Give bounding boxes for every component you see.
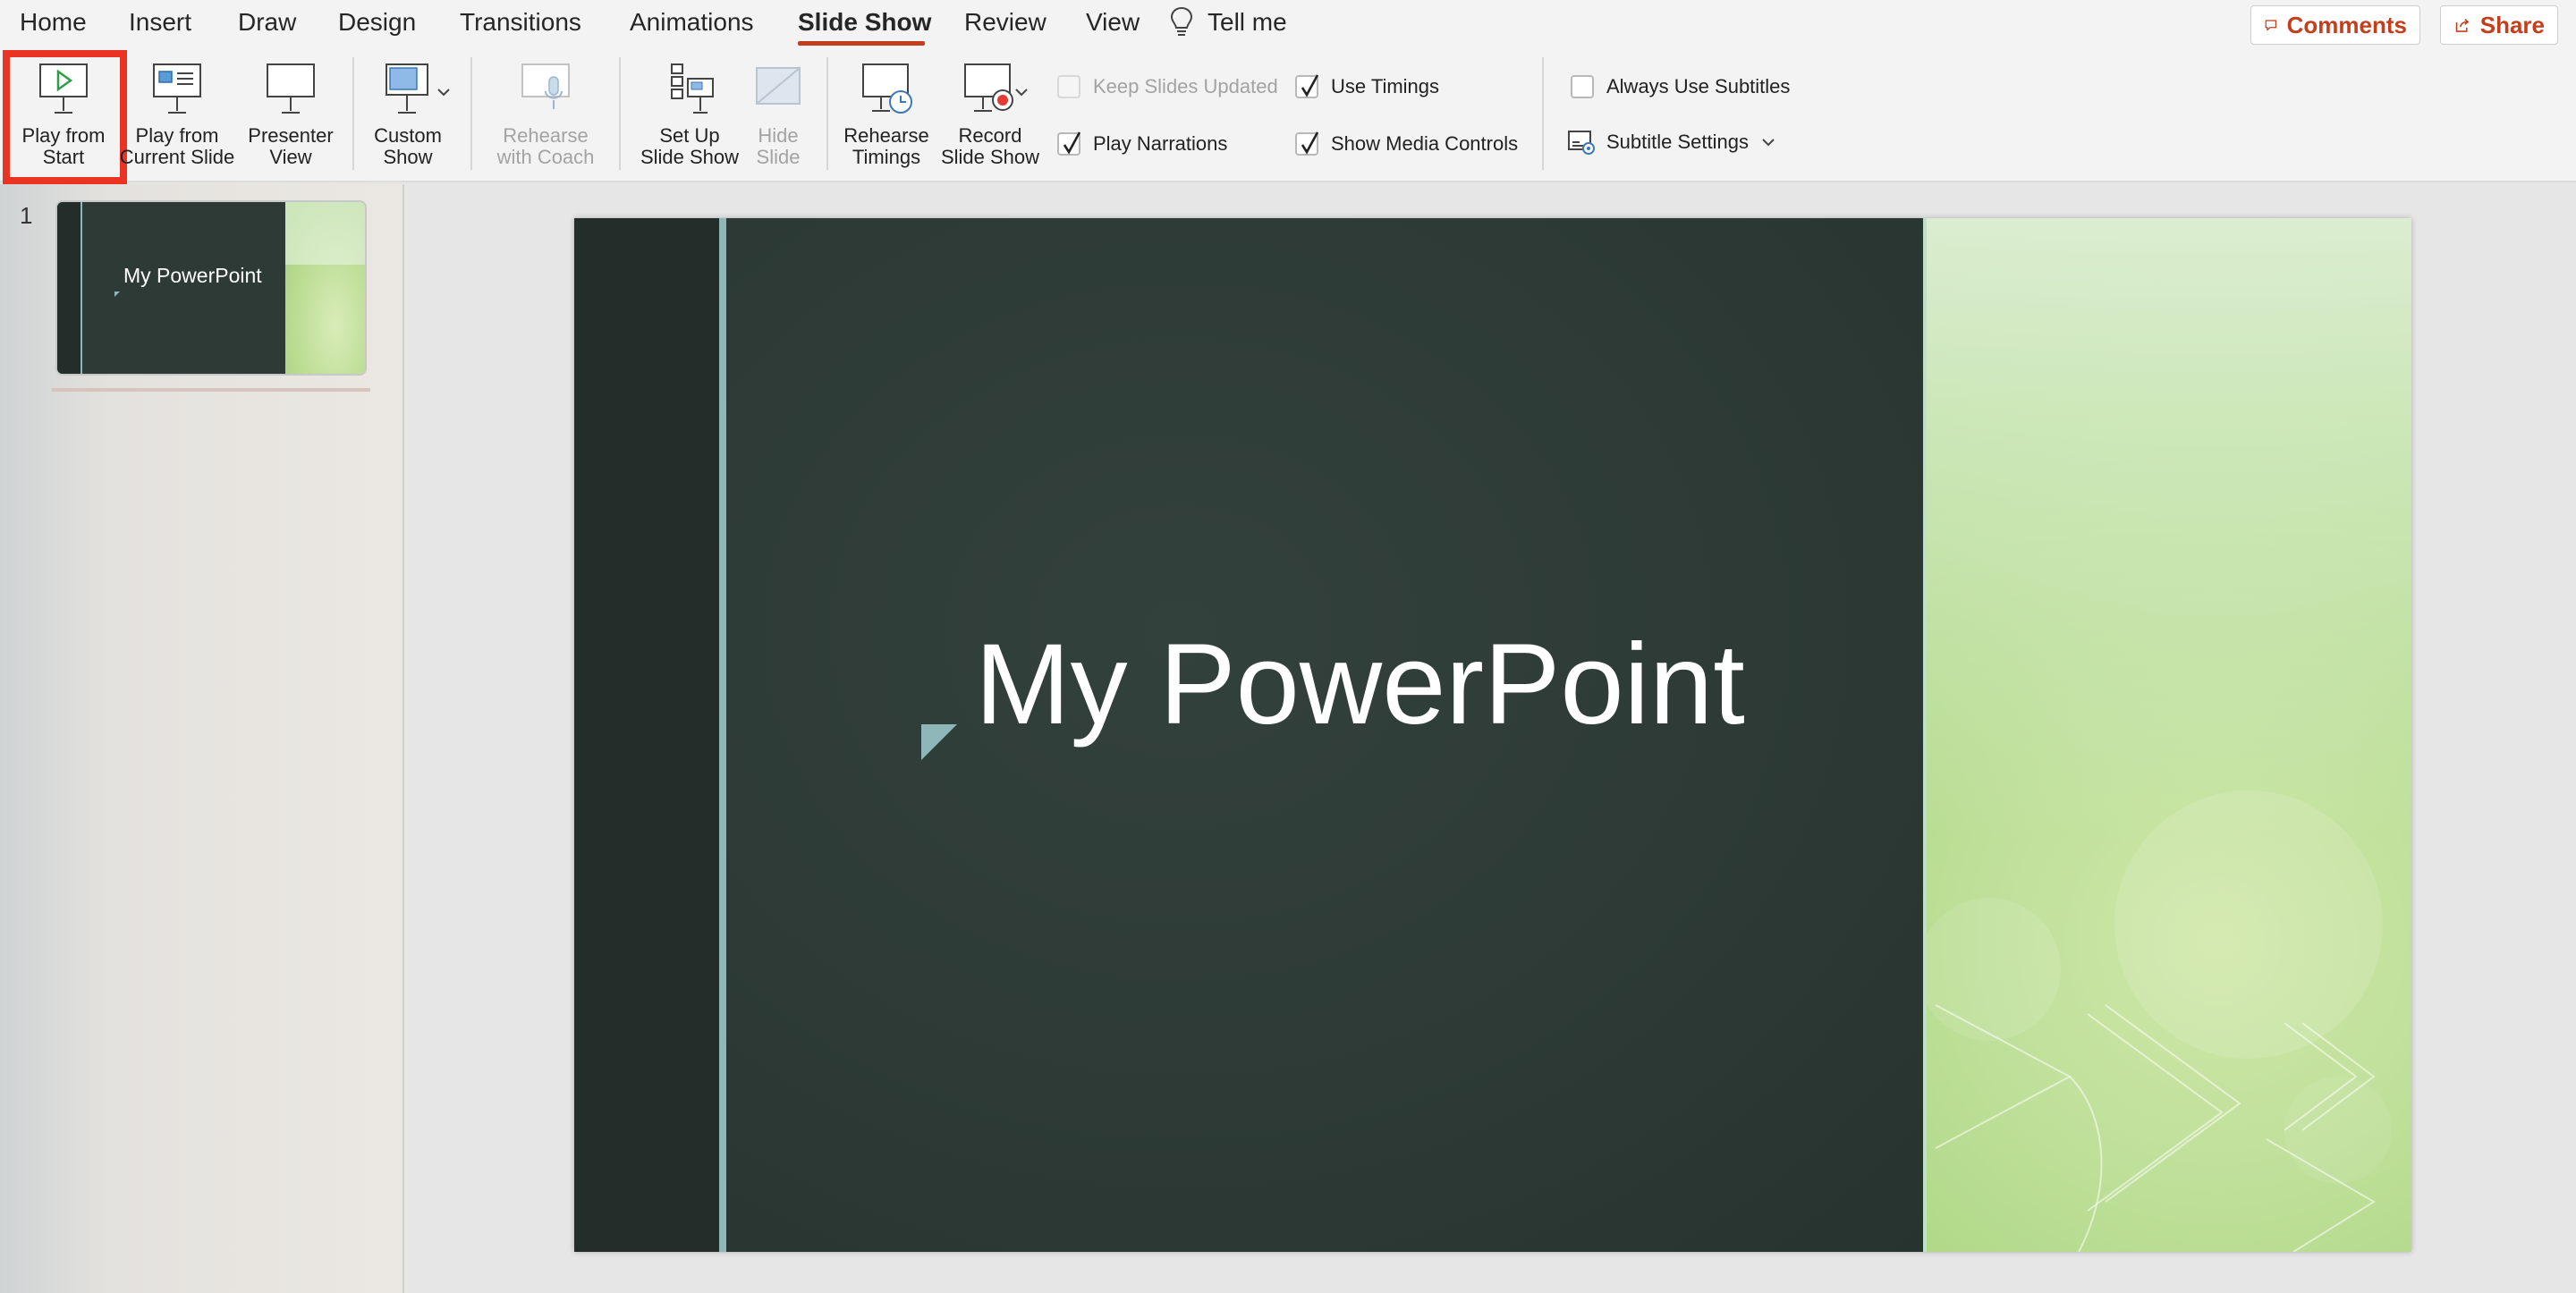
- share-icon: [2455, 19, 2470, 32]
- tab-insert[interactable]: Insert: [129, 8, 191, 37]
- thumbnail-preview: My PowerPoint: [57, 202, 365, 374]
- slide-thumbnail[interactable]: My PowerPoint: [55, 200, 367, 376]
- subtitle-settings-label: Subtitle Settings: [1606, 131, 1749, 153]
- slide-number: 1: [20, 202, 33, 229]
- record-label-2: Slide Show: [940, 146, 1040, 168]
- slide-title[interactable]: My PowerPoint: [975, 619, 1745, 750]
- ribbon-separator: [470, 57, 472, 170]
- keep-slides-updated-checkbox[interactable]: Keep Slides Updated: [1057, 75, 1278, 98]
- tab-design[interactable]: Design: [338, 8, 416, 37]
- slide-editor: My PowerPoint: [408, 184, 2576, 1293]
- tab-draw[interactable]: Draw: [238, 8, 296, 37]
- checkmark-icon: [1301, 131, 1319, 155]
- play-narrations-checkbox[interactable]: Play Narrations: [1057, 131, 1228, 156]
- play-from-current-slide-button[interactable]: Play from Current Slide: [116, 61, 238, 168]
- comments-button[interactable]: Comments: [2250, 5, 2420, 45]
- rehearse-timings-button[interactable]: Rehearse Timings: [837, 61, 936, 168]
- custom-show-label-1: Custom: [374, 124, 442, 147]
- lightbulb-icon: [1170, 6, 1193, 36]
- ribbon-separator: [1542, 57, 1544, 170]
- use-timings-checkbox[interactable]: Use Timings: [1295, 74, 1440, 98]
- checkmark-icon: [1063, 131, 1081, 155]
- setup-label-2: Slide Show: [640, 146, 740, 168]
- custom-show-chevron-down-icon[interactable]: [435, 86, 453, 98]
- comment-icon: [2265, 20, 2277, 31]
- comments-label: Comments: [2286, 11, 2407, 38]
- always-use-subtitles-label: Always Use Subtitles: [1606, 75, 1791, 97]
- play-from-current-slide-icon: [153, 63, 201, 114]
- tab-animations[interactable]: Animations: [630, 8, 754, 37]
- rehearse-coach-label-2: with Coach: [496, 146, 595, 168]
- hide-slide-icon: [756, 67, 801, 105]
- checkbox-box: [1057, 131, 1081, 156]
- play-from-current-label-1: Play from: [135, 124, 219, 147]
- share-label: Share: [2479, 11, 2545, 38]
- checkmark-icon: [1301, 74, 1319, 97]
- set-up-slide-show-button[interactable]: Set Up Slide Show: [631, 61, 748, 168]
- hide-slide-label-1: Hide: [758, 124, 799, 147]
- rehearse-coach-icon: [521, 63, 570, 109]
- tab-review[interactable]: Review: [964, 8, 1046, 37]
- ribbon-separator: [619, 57, 621, 170]
- tell-me-search[interactable]: Tell me: [1208, 8, 1287, 37]
- slide-show-ribbon: Play from Start Play from Current Slide …: [0, 46, 2576, 184]
- subtitle-settings-button[interactable]: Subtitle Settings: [1567, 129, 1777, 156]
- slide-thumbnail-pane: 1 My PowerPoint: [0, 184, 404, 1293]
- custom-show-button[interactable]: Custom Show: [365, 61, 451, 168]
- title-triangle-icon: [921, 724, 957, 760]
- checkbox-box: [1571, 75, 1594, 98]
- ribbon-separator: [352, 57, 354, 170]
- always-use-subtitles-checkbox[interactable]: Always Use Subtitles: [1571, 75, 1790, 98]
- hide-slide-button[interactable]: Hide Slide: [744, 61, 812, 168]
- rehearse-with-coach-button[interactable]: Rehearse with Coach: [483, 61, 608, 168]
- checkbox-box: [1295, 131, 1319, 156]
- current-slide[interactable]: My PowerPoint: [574, 218, 2411, 1252]
- thumbnail-title: My PowerPoint: [123, 264, 262, 287]
- slide-left-stripe: [574, 218, 719, 1252]
- checkbox-box: [1057, 75, 1080, 98]
- thumbnail-selection-bar: [52, 388, 370, 392]
- custom-show-icon: [386, 63, 428, 114]
- tab-transitions[interactable]: Transitions: [460, 8, 581, 37]
- subtitle-settings-icon: [1568, 131, 1595, 155]
- highlight-box: [3, 50, 127, 184]
- custom-show-label-2: Show: [383, 146, 433, 168]
- ribbon-tab-bar: Home Insert Draw Design Transitions Anim…: [0, 0, 2576, 46]
- show-media-controls-label: Show Media Controls: [1331, 132, 1519, 155]
- show-media-controls-checkbox[interactable]: Show Media Controls: [1295, 131, 1519, 156]
- chevron-down-icon: [1762, 139, 1775, 147]
- presenter-view-label-1: Presenter: [248, 124, 334, 147]
- record-chevron-down-icon[interactable]: [1013, 86, 1030, 98]
- rehearse-timings-label-2: Timings: [852, 146, 921, 168]
- slide-decorative-shapes: [1927, 790, 2392, 1252]
- keep-slides-updated-label: Keep Slides Updated: [1093, 75, 1278, 97]
- play-from-current-label-2: Current Slide: [119, 146, 235, 168]
- ribbon-separator: [826, 57, 828, 170]
- hide-slide-label-2: Slide: [756, 146, 801, 168]
- share-button[interactable]: Share: [2440, 5, 2558, 45]
- presenter-view-icon: [267, 63, 315, 114]
- presenter-view-label-2: View: [269, 146, 312, 168]
- tab-view[interactable]: View: [1086, 8, 1140, 37]
- record-label-1: Record: [958, 124, 1022, 147]
- checkbox-box: [1295, 74, 1319, 98]
- tab-slide-show[interactable]: Slide Show: [798, 8, 931, 37]
- setup-label-1: Set Up: [659, 124, 720, 147]
- rehearse-coach-label-1: Rehearse: [503, 124, 589, 147]
- slide-accent-line: [719, 218, 726, 1252]
- rehearse-timings-label-1: Rehearse: [843, 124, 929, 147]
- record-slide-show-button[interactable]: Record Slide Show: [937, 61, 1043, 168]
- set-up-slide-show-icon: [671, 63, 714, 114]
- record-slide-show-icon: [964, 63, 1013, 112]
- presenter-view-button[interactable]: Presenter View: [242, 61, 340, 168]
- tab-home[interactable]: Home: [20, 8, 87, 37]
- play-narrations-label: Play Narrations: [1093, 132, 1228, 155]
- rehearse-timings-icon: [862, 63, 912, 114]
- use-timings-label: Use Timings: [1331, 75, 1440, 97]
- active-tab-underline: [798, 41, 925, 46]
